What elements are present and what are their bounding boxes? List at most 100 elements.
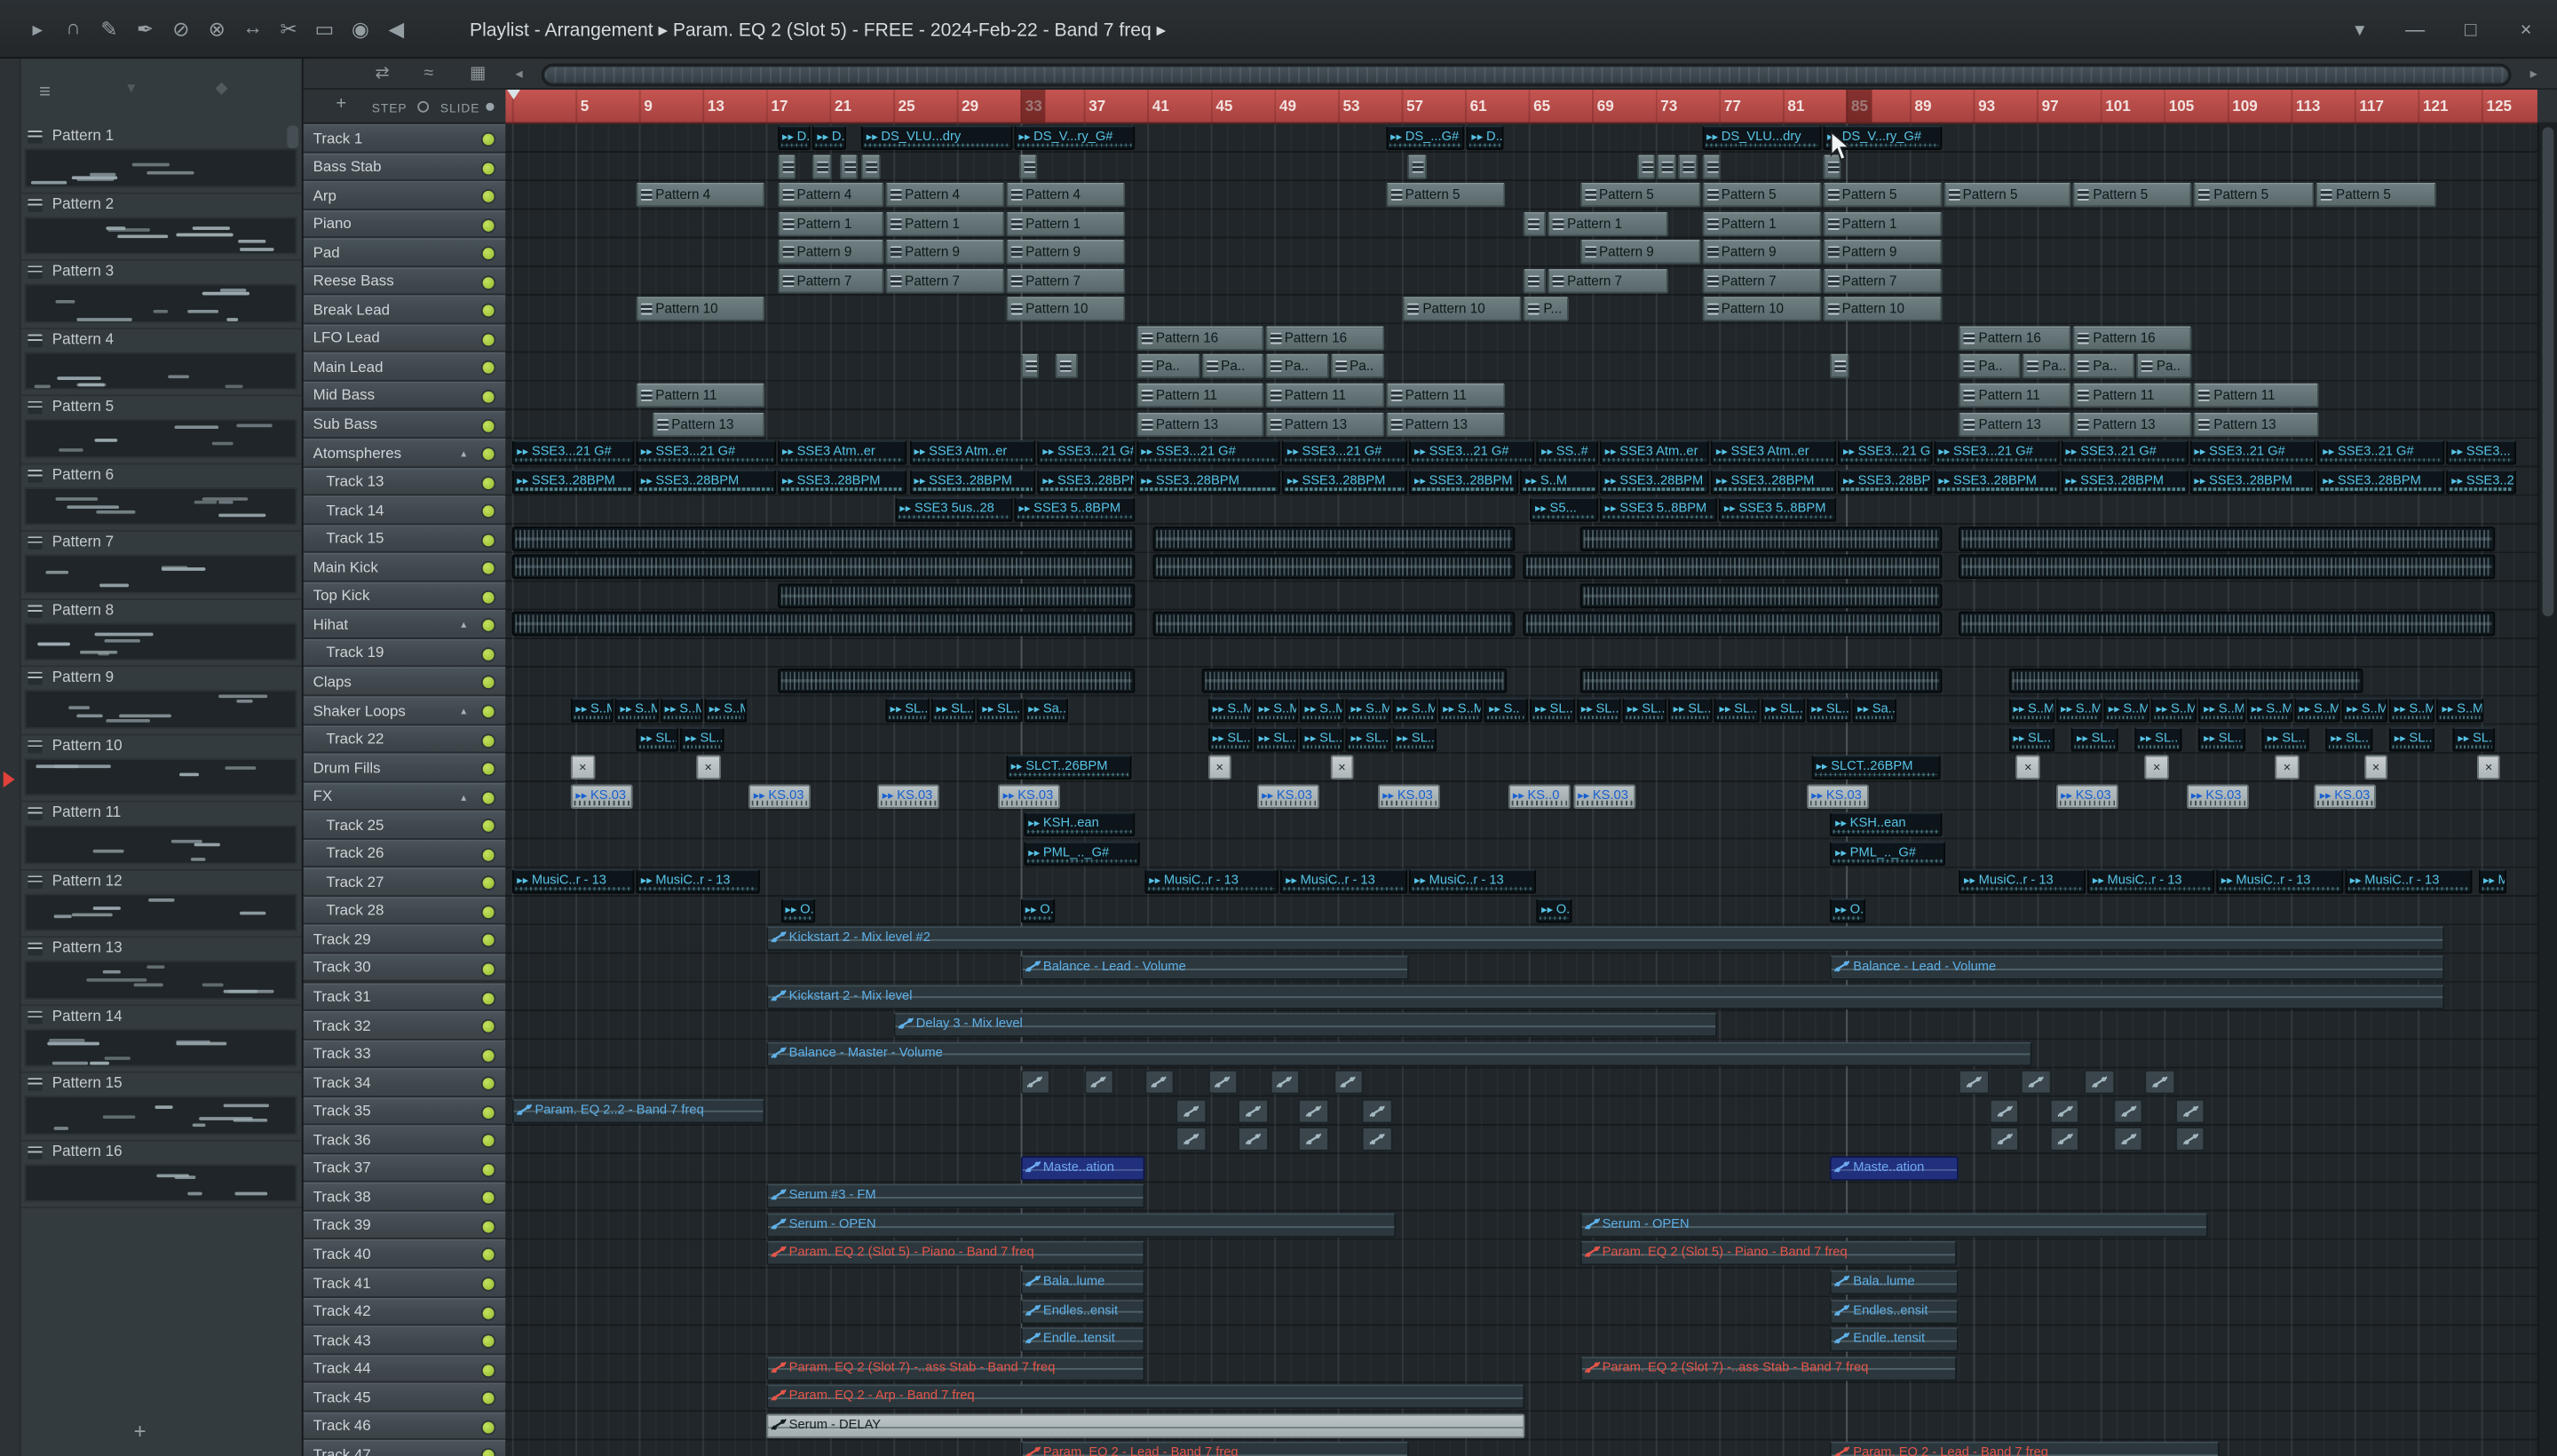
audio-clip[interactable]: SSE3 Atm..er <box>908 440 1037 465</box>
pattern-clip[interactable] <box>1677 154 1698 179</box>
audio-clip[interactable]: SL.. <box>2452 726 2497 751</box>
vertical-scrollbar[interactable] <box>2537 123 2557 1456</box>
track-mute-led[interactable] <box>482 1364 495 1376</box>
audio-clip[interactable]: SL.. <box>1622 698 1667 723</box>
automation-clip-small[interactable] <box>1176 1098 1207 1124</box>
track-mute-led[interactable] <box>482 591 495 604</box>
track-mute-led[interactable] <box>482 448 495 461</box>
automation-clip[interactable]: Serum - OPEN <box>765 1213 1396 1238</box>
pattern-clip[interactable]: Pattern 16 <box>1959 326 2072 351</box>
audio-clip[interactable]: MusiC..r - 13 <box>2345 869 2473 895</box>
pattern-clip[interactable]: Pattern 1 <box>1548 211 1669 236</box>
track-header[interactable]: Main Kick <box>303 553 506 582</box>
automation-clip-small[interactable] <box>1333 1070 1364 1095</box>
audio-clip[interactable]: SL.. <box>1345 726 1390 751</box>
drum-fill-clip[interactable]: × <box>2144 755 2169 780</box>
track-header[interactable]: Track 33 <box>303 1040 506 1069</box>
audio-clip[interactable]: SL.. <box>2389 726 2436 751</box>
pattern-clip[interactable]: Pattern 7 <box>1006 268 1126 294</box>
automation-clip[interactable]: Endle..tensit <box>1020 1327 1144 1352</box>
audio-waveform-clip[interactable] <box>511 612 1135 637</box>
track-mute-led[interactable] <box>482 763 495 775</box>
audio-clip[interactable]: SL.. <box>1806 698 1851 723</box>
audio-clip[interactable]: SL.. <box>680 726 724 751</box>
track-header[interactable]: Arp <box>303 181 506 210</box>
pattern-item[interactable]: Pattern 7 <box>20 532 302 599</box>
scroll-right-button[interactable]: ▸ <box>2530 65 2537 83</box>
audio-clip[interactable]: SSE3..21 G# <box>2060 440 2189 465</box>
track-header[interactable]: Track 31 <box>303 982 506 1011</box>
track-mute-led[interactable] <box>482 648 495 661</box>
audio-clip[interactable]: MusiC..r - 13 <box>1409 869 1537 895</box>
audio-clip[interactable]: SL.. <box>1530 698 1575 723</box>
pattern-item[interactable]: Pattern 14 <box>20 1005 302 1073</box>
playlist-grid[interactable]: D..#D..DS_VLU...dryDS_V...ry_G#DS_...G#D… <box>505 123 2537 1456</box>
drum-fill-clip[interactable]: × <box>2275 755 2300 780</box>
track-mute-led[interactable] <box>482 276 495 289</box>
pattern-clip[interactable]: Pattern 7 <box>777 268 884 294</box>
track-mute-led[interactable] <box>482 305 495 317</box>
track-header[interactable]: Track 37 <box>303 1154 506 1183</box>
pattern-item[interactable]: Pattern 2 <box>20 194 302 261</box>
automation-clip-small[interactable] <box>2113 1098 2143 1124</box>
pattern-clip[interactable]: Pattern 11 <box>1385 383 1505 408</box>
audio-clip[interactable]: KS.03 <box>877 783 939 809</box>
horizontal-scrollbar[interactable] <box>541 62 2512 86</box>
close-icon[interactable]: × <box>2514 17 2537 40</box>
pattern-clip[interactable]: Pattern 11 <box>1264 383 1384 408</box>
preview-tool-icon[interactable]: ◀ <box>378 16 414 41</box>
automation-clip[interactable]: Endle..tensit <box>1830 1327 1959 1352</box>
audio-waveform-clip[interactable] <box>777 583 1135 608</box>
pattern-clip[interactable]: Pattern 9 <box>777 240 884 265</box>
pattern-clip[interactable]: Pattern 5 <box>1943 182 2072 208</box>
track-header[interactable]: LFO Lead <box>303 324 506 353</box>
pattern-clip[interactable] <box>1636 154 1656 179</box>
audio-clip[interactable]: SL.. <box>1576 698 1621 723</box>
audio-clip[interactable]: SL.. <box>1300 726 1345 751</box>
audio-clip[interactable]: MusiC..r - 13 <box>636 869 760 895</box>
track-mute-led[interactable] <box>482 1020 495 1033</box>
track-header[interactable]: Piano <box>303 210 506 239</box>
pattern-clip[interactable]: Pattern 13 <box>1264 411 1384 437</box>
audio-clip[interactable]: MusiC..r - 13 <box>1959 869 2086 895</box>
audio-waveform-clip[interactable] <box>1152 554 1515 580</box>
automation-clip-small[interactable] <box>1207 1070 1239 1095</box>
pattern-clip[interactable]: Pa.. <box>1201 354 1263 379</box>
pattern-clip[interactable]: Pattern 11 <box>2194 383 2320 408</box>
automation-clip[interactable]: Bala..lume <box>1020 1270 1144 1295</box>
audio-clip[interactable]: SL.. <box>977 698 1022 723</box>
audio-clip[interactable]: SSE3..28BPM <box>1037 469 1135 494</box>
audio-clip[interactable]: SL.. <box>2071 726 2118 751</box>
track-header[interactable]: Track 47 <box>303 1440 506 1456</box>
automation-clip[interactable]: Param. EQ 2 (Slot 7) -..ass Stab - Band … <box>765 1356 1144 1381</box>
pattern-clip[interactable]: Pattern 11 <box>2073 383 2193 408</box>
paint-tool-icon[interactable]: ✒ <box>127 16 162 41</box>
audio-clip[interactable]: SSE3..28BPM <box>2317 469 2445 494</box>
automation-clip-small[interactable] <box>2049 1098 2080 1124</box>
audio-clip[interactable]: SSE3... <box>2446 440 2517 465</box>
pattern-clip[interactable]: Pa.. <box>1264 354 1329 379</box>
audio-waveform-clip[interactable] <box>511 554 1135 580</box>
audio-clip[interactable]: SSE3..28BPM <box>777 469 908 494</box>
audio-clip[interactable]: DS_VLU...dry <box>1701 125 1821 151</box>
audio-clip[interactable]: SSE3 Atm..er <box>1600 440 1710 465</box>
pattern-clip[interactable]: P..8 <box>1524 268 1547 294</box>
audio-clip[interactable]: O..T <box>780 898 816 923</box>
automation-clip-small[interactable] <box>1989 1127 2020 1152</box>
audio-clip[interactable]: S..M <box>2436 698 2483 723</box>
pattern-clip[interactable] <box>1055 354 1078 379</box>
audio-clip[interactable]: SSE3...21 G# <box>1933 440 2060 465</box>
pattern-clip[interactable]: Pattern 11 <box>1136 383 1263 408</box>
track-header[interactable]: Track 30 <box>303 954 506 983</box>
track-header[interactable]: Pad <box>303 238 506 267</box>
audio-clip[interactable]: SSE3..28BPM <box>2060 469 2189 494</box>
mute-tool-icon[interactable]: ⊗ <box>199 16 234 41</box>
pattern-item[interactable]: Pattern 3 <box>20 261 302 329</box>
timeline-ruler[interactable]: 5913172125293337414549535761656973778185… <box>505 90 2537 124</box>
automation-clip[interactable]: Balance - Master - Volume <box>765 1041 2032 1066</box>
add-pattern-button[interactable]: + <box>134 1419 146 1444</box>
track-mute-led[interactable] <box>482 1221 495 1233</box>
audio-clip[interactable]: SSE3 5..8BPM <box>1014 497 1135 523</box>
audio-clip[interactable]: SLCT..26BPM <box>1006 755 1132 780</box>
audio-waveform-clip[interactable] <box>1579 669 1942 694</box>
